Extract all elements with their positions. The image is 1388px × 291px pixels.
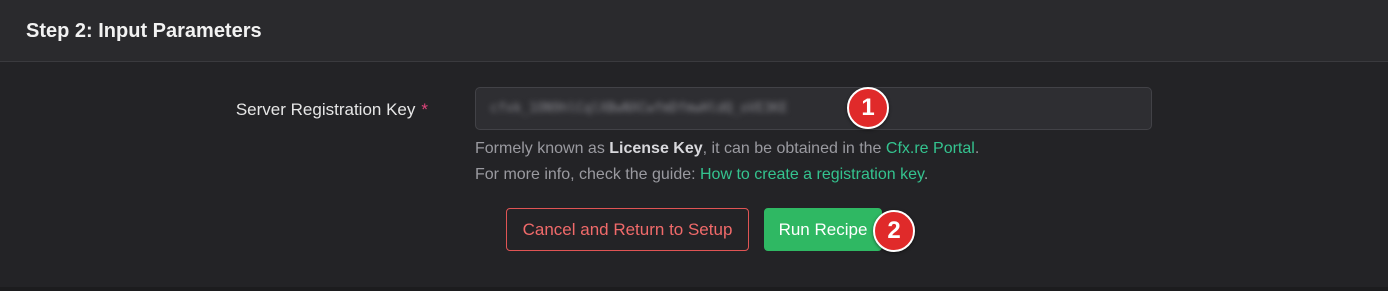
cfx-portal-link[interactable]: Cfx.re Portal bbox=[886, 140, 975, 157]
required-indicator: * bbox=[421, 100, 428, 119]
help-text-license: Formely known as License Key, it can be … bbox=[475, 138, 979, 160]
guide-text-suffix: . bbox=[923, 166, 929, 183]
card-title: Step 2: Input Parameters bbox=[26, 20, 262, 42]
callout-marker-2: 2 bbox=[873, 210, 915, 252]
help-text-middle: , it can be obtained in the bbox=[702, 140, 886, 157]
input-parameters-card: Step 2: Input Parameters Server Registra… bbox=[0, 0, 1388, 291]
license-key-term: License Key bbox=[609, 140, 703, 157]
field-label-text: Server Registration Key bbox=[235, 100, 416, 119]
server-registration-key-input[interactable]: cfxk_1ON9hlCqlXBwNXCwfmDfmwHldQ_oVE3KE bbox=[475, 87, 1152, 130]
help-text-suffix: . bbox=[974, 140, 980, 157]
callout-marker-1: 1 bbox=[847, 87, 889, 129]
card-header: Step 2: Input Parameters bbox=[0, 0, 1388, 62]
server-registration-key-label: Server Registration Key * bbox=[236, 98, 428, 122]
help-text-guide: For more info, check the guide: How to c… bbox=[475, 164, 928, 186]
guide-text-prefix: For more info, check the guide: bbox=[475, 166, 700, 183]
card-bottom-divider bbox=[0, 287, 1388, 291]
help-text-prefix: Formely known as bbox=[475, 140, 610, 157]
cancel-and-return-button[interactable]: Cancel and Return to Setup bbox=[506, 208, 749, 251]
key-input-value: cfxk_1ON9hlCqlXBwNXCwfmDfmwHldQ_oVE3KE bbox=[490, 101, 788, 116]
registration-key-guide-link[interactable]: How to create a registration key bbox=[700, 166, 924, 183]
run-recipe-button[interactable]: Run Recipe bbox=[764, 208, 882, 251]
